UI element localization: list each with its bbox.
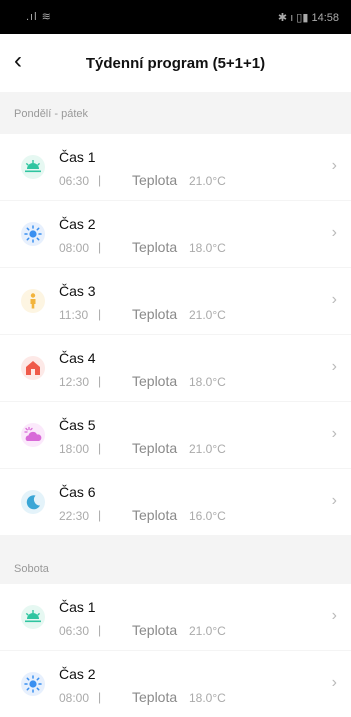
chevron-right-icon: › [331, 674, 337, 691]
row-temp-label: Teplota [132, 689, 178, 705]
row-time: 08:00 [59, 241, 90, 255]
row-temp-value: 21.0°C [189, 624, 226, 638]
row-name: Čas 1 [59, 599, 96, 615]
chevron-right-icon: › [331, 358, 337, 375]
row-separator: | [98, 441, 102, 455]
program-row[interactable]: Čas 6 22:30 | Teplota 16.0°C › [0, 469, 351, 535]
row-temp-value: 18.0°C [189, 691, 226, 705]
signal-wifi-icon: .ıl ≋ [26, 11, 52, 23]
section-label-weekdays: Pondělí - pátek [14, 108, 88, 120]
row-temp-label: Teplota [132, 622, 178, 638]
program-row[interactable]: Čas 1 06:30 | Teplota 21.0°C › [0, 584, 351, 650]
row-temp-label: Teplota [132, 373, 178, 389]
row-temp-label: Teplota [132, 239, 178, 255]
row-temp-value: 16.0°C [189, 509, 226, 523]
sun-icon [21, 222, 45, 246]
row-time: 22:30 [59, 509, 90, 523]
row-temp-label: Teplota [132, 172, 178, 188]
row-time: 18:00 [59, 442, 90, 456]
row-name: Čas 3 [59, 283, 96, 299]
program-row[interactable]: Čas 2 08:00 | Teplota 18.0°C › [0, 651, 351, 717]
row-time: 11:30 [59, 308, 89, 322]
program-row[interactable]: Čas 3 11:30 | Teplota 21.0°C › [0, 268, 351, 334]
program-row[interactable]: Čas 4 12:30 | Teplota 18.0°C › [0, 335, 351, 401]
person-icon [21, 289, 45, 313]
chevron-right-icon: › [331, 492, 337, 509]
row-temp-value: 21.0°C [189, 442, 226, 456]
status-bar: .ıl ≋ ✱ ı ▯▮ 14:58 [0, 0, 351, 34]
row-temp-value: 18.0°C [189, 375, 226, 389]
program-row[interactable]: Čas 2 08:00 | Teplota 18.0°C › [0, 201, 351, 267]
program-row[interactable]: Čas 5 18:00 | Teplota 21.0°C › [0, 402, 351, 468]
chevron-right-icon: › [331, 157, 337, 174]
sun-icon [21, 672, 45, 696]
chevron-right-icon: › [331, 607, 337, 624]
row-separator: | [98, 690, 102, 704]
row-name: Čas 1 [59, 149, 96, 165]
chevron-right-icon: › [331, 291, 337, 308]
row-separator: | [98, 374, 102, 388]
moon-icon [21, 490, 45, 514]
row-time: 08:00 [59, 691, 90, 705]
row-time: 06:30 [59, 174, 90, 188]
row-name: Čas 6 [59, 484, 96, 500]
page-title: Týdenní program (5+1+1) [85, 55, 266, 72]
chevron-right-icon: › [331, 224, 337, 241]
row-temp-value: 21.0°C [189, 308, 226, 322]
home-icon [21, 356, 45, 380]
row-temp-value: 21.0°C [189, 174, 226, 188]
status-indicators: ✱ ı ▯▮ 14:58 [277, 12, 339, 24]
row-temp-label: Teplota [132, 507, 178, 523]
row-separator: | [98, 240, 102, 254]
section-label-saturday: Sobota [14, 563, 49, 575]
row-separator: | [98, 623, 102, 637]
row-time: 06:30 [59, 624, 90, 638]
row-separator: | [98, 307, 102, 321]
program-row[interactable]: Čas 1 06:30 | Teplota 21.0°C › [0, 134, 351, 200]
row-time: 12:30 [59, 375, 90, 389]
sunset-cloud-icon [21, 423, 45, 447]
row-name: Čas 5 [59, 417, 96, 433]
sunrise-icon [21, 155, 45, 179]
row-temp-label: Teplota [132, 440, 178, 456]
row-separator: | [98, 173, 102, 187]
chevron-right-icon: › [331, 425, 337, 442]
sunrise-icon [21, 605, 45, 629]
row-temp-label: Teplota [132, 306, 178, 322]
row-separator: | [98, 508, 102, 522]
row-name: Čas 2 [59, 666, 96, 682]
row-name: Čas 4 [59, 350, 96, 366]
row-name: Čas 2 [59, 216, 96, 232]
header: ‹ Týdenní program (5+1+1) [0, 34, 351, 92]
row-temp-value: 18.0°C [189, 241, 226, 255]
